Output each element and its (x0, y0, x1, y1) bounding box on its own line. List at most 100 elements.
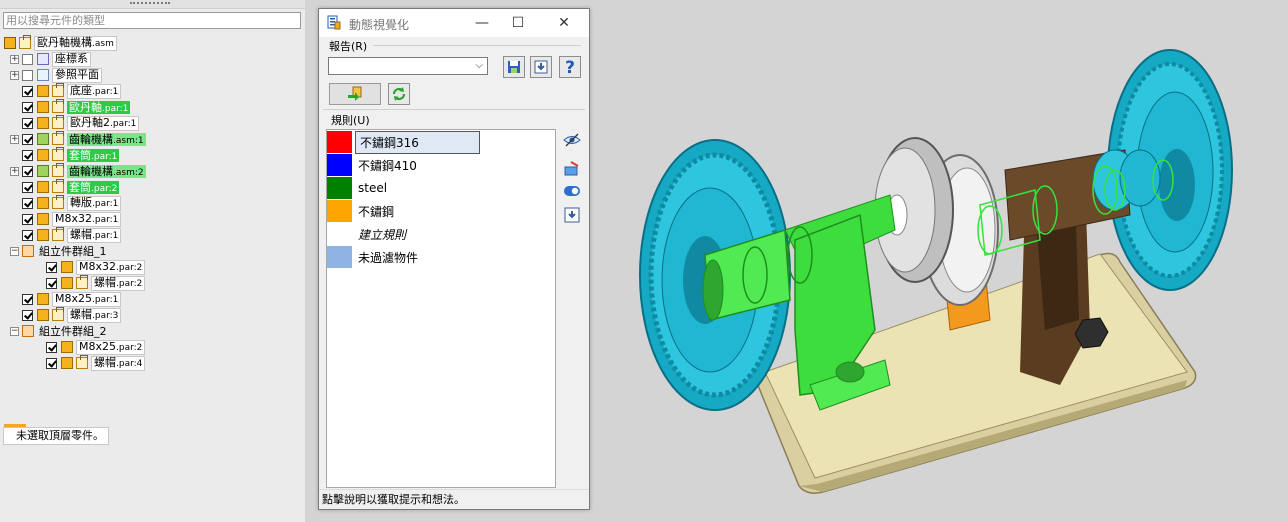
document-icon (52, 83, 64, 97)
tree-item-group[interactable]: − 組立件群組_2 (10, 323, 109, 339)
tree-item-part[interactable]: 套筒.par:2 (22, 179, 120, 195)
rule-name: 不鏽鋼410 (358, 158, 417, 173)
visibility-checkbox[interactable] (22, 53, 33, 65)
part-icon (61, 341, 73, 353)
tree-item-reference-planes[interactable]: + 參照平面 (10, 67, 102, 83)
dynamic-visualization-icon (327, 15, 341, 30)
tree-item-coordinate-system[interactable]: + 座標系 (10, 51, 91, 67)
report-select[interactable]: ⌵ (328, 57, 488, 75)
visibility-checkbox[interactable] (22, 85, 33, 97)
tree-item-part[interactable]: 螺帽.par:2 (46, 275, 146, 291)
rule-item[interactable]: 不鏽鋼 (327, 200, 555, 222)
save-icon (508, 61, 520, 73)
minimize-button[interactable]: — (467, 13, 497, 33)
toggle-button[interactable] (561, 181, 583, 201)
tree-item-part[interactable]: 套筒.par:1 (22, 147, 120, 163)
visibility-checkbox[interactable] (22, 149, 33, 161)
rule-item[interactable]: 不鏽鋼316 (327, 130, 555, 154)
visibility-checkbox[interactable] (22, 309, 33, 321)
refresh-button[interactable] (388, 83, 410, 105)
search-input[interactable]: 用以搜尋元件的類型 (3, 12, 301, 29)
hide-filter-button[interactable] (561, 130, 583, 150)
visibility-checkbox[interactable] (22, 213, 33, 225)
svg-text:?: ? (565, 58, 575, 76)
dialog-titlebar[interactable]: 動態視覺化 — ☐ ✕ (319, 9, 589, 37)
tree-item-part[interactable]: M8x32.par:1 (22, 211, 122, 227)
model-viewport[interactable] (595, 0, 1288, 522)
tree-item-part[interactable]: 歐丹軸2.par:1 (22, 115, 140, 131)
tree-item-part[interactable]: 底座.par:1 (22, 83, 122, 99)
tree-item-part[interactable]: 螺帽.par:1 (22, 227, 122, 243)
rule-style-button[interactable] (561, 159, 583, 179)
tree-item-part[interactable]: M8x25.par:1 (22, 291, 122, 307)
document-icon (19, 35, 31, 49)
arrow-down-icon (564, 207, 580, 223)
visibility-checkbox[interactable] (46, 277, 57, 289)
tree-item-part[interactable]: M8x32.par:2 (46, 259, 146, 275)
report-label: 報告(R) (329, 40, 368, 53)
tree-item-label: M8x32.par:2 (76, 259, 146, 275)
document-icon (52, 195, 64, 209)
expand-icon[interactable]: + (10, 70, 19, 80)
tree-item-label: M8x25.par:1 (52, 291, 122, 307)
part-icon (37, 229, 49, 241)
create-rule-item[interactable]: 建立規則 (327, 223, 555, 245)
visibility-checkbox[interactable] (22, 181, 33, 193)
load-report-button[interactable] (530, 56, 552, 78)
assembly-group-icon (22, 245, 34, 257)
tree-item-label: 齒輪機構.asm:1 (67, 132, 146, 146)
pane-grip[interactable] (0, 0, 305, 9)
tree-item-label: 歐丹軸.par:1 (67, 100, 131, 114)
apply-rules-button[interactable] (329, 83, 381, 105)
visibility-checkbox[interactable] (46, 261, 57, 273)
expand-icon[interactable]: + (10, 134, 19, 144)
visibility-checkbox[interactable] (46, 341, 57, 353)
tree-item-part[interactable]: 螺帽.par:4 (46, 355, 146, 371)
close-button[interactable]: ✕ (549, 13, 579, 33)
visibility-checkbox[interactable] (22, 165, 33, 177)
top-level-part-button[interactable]: 未選取頂層零件。 (3, 427, 109, 445)
visibility-checkbox[interactable] (22, 101, 33, 113)
visibility-checkbox[interactable] (22, 197, 33, 209)
collapse-icon[interactable]: − (10, 326, 19, 336)
part-icon (37, 197, 49, 209)
visibility-checkbox[interactable] (46, 357, 57, 369)
visibility-checkbox[interactable] (22, 133, 33, 145)
rule-item[interactable]: 未過濾物件 (327, 246, 555, 268)
move-down-button[interactable] (561, 205, 583, 225)
tree-item-part[interactable]: 螺帽.par:3 (22, 307, 122, 323)
apply-rules-icon (348, 86, 362, 101)
tree-item-part[interactable]: 歐丹軸.par:1 (22, 99, 131, 115)
rule-item[interactable]: steel (327, 177, 555, 199)
tree-item-label: M8x32.par:1 (52, 211, 122, 227)
tree-item-top-assembly[interactable]: 歐丹軸機構.asm (4, 35, 117, 51)
expand-icon[interactable]: + (10, 166, 19, 176)
maximize-button[interactable]: ☐ (503, 13, 533, 33)
visibility-checkbox[interactable] (22, 293, 33, 305)
visibility-checkbox[interactable] (22, 117, 33, 129)
collapse-icon[interactable]: − (10, 246, 19, 256)
visibility-checkbox[interactable] (22, 229, 33, 241)
rule-color-swatch (327, 223, 352, 245)
tree-item-label: 套筒.par:1 (67, 148, 120, 162)
visibility-checkbox[interactable] (22, 69, 33, 81)
pathfinder-pane: 用以搜尋元件的類型 歐丹軸機構.asm + 座標系 + 參照平面 底座.par:… (0, 0, 305, 522)
document-icon (76, 275, 88, 289)
tree-item-subassembly[interactable]: + 齒輪機構.asm:1 (10, 131, 146, 147)
rule-item[interactable]: 不鏽鋼410 (327, 154, 555, 176)
tree-item-subassembly[interactable]: + 齒輪機構.asm:2 (10, 163, 146, 179)
help-button[interactable]: ? (559, 56, 581, 78)
tree-item-label: 歐丹軸機構.asm (34, 35, 117, 51)
tree-item-part[interactable]: 轉版.par:1 (22, 195, 122, 211)
rule-name: 未過濾物件 (358, 250, 419, 265)
tree-item-group[interactable]: − 組立件群組_1 (10, 243, 109, 259)
part-icon (37, 213, 49, 225)
help-icon: ? (565, 58, 575, 76)
assembly-icon (37, 133, 49, 145)
tree-item-label: 座標系 (52, 51, 91, 67)
rules-list[interactable]: 不鏽鋼316 不鏽鋼410 steel 不鏽鋼 建立規則 未過濾物件 (326, 129, 556, 488)
expand-icon[interactable]: + (10, 54, 19, 64)
tree-item-part[interactable]: M8x25.par:2 (46, 339, 146, 355)
document-icon (52, 115, 64, 129)
save-report-button[interactable] (503, 56, 525, 78)
